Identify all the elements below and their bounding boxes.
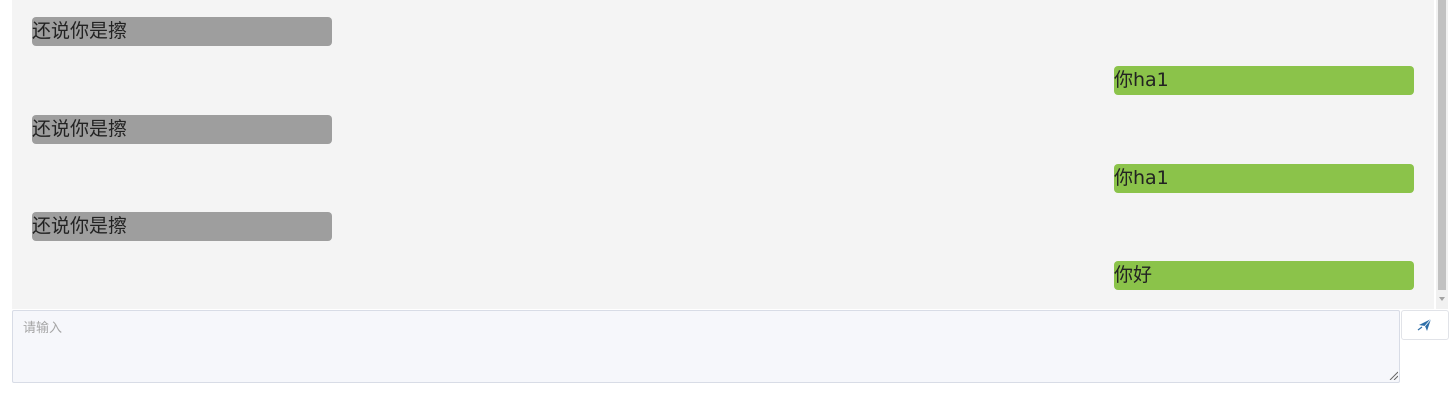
paper-plane-icon [1417, 318, 1432, 331]
chat-message-list[interactable]: 还说你是擦 你ha1 还说你是擦 你ha1 还说你是擦 你好 [12, 0, 1434, 309]
scroll-down-arrow-icon[interactable] [1439, 297, 1445, 301]
message-bubble-sent: 你ha1 [1114, 164, 1414, 193]
chat-scrollbar[interactable] [1436, 0, 1448, 309]
scrollbar-thumb[interactable] [1438, 0, 1446, 290]
message-input[interactable] [12, 310, 1400, 383]
message-bubble-sent: 你好 [1114, 261, 1414, 290]
message-bubble-received: 还说你是擦 [32, 212, 332, 241]
message-row-received: 还说你是擦 [32, 212, 332, 241]
message-row-received: 还说你是擦 [32, 17, 332, 46]
message-row-sent: 你ha1 [1114, 66, 1414, 95]
message-row-sent: 你ha1 [1114, 164, 1414, 193]
message-bubble-received: 还说你是擦 [32, 17, 332, 46]
message-bubble-received: 还说你是擦 [32, 115, 332, 144]
message-bubble-sent: 你ha1 [1114, 66, 1414, 95]
message-row-received: 还说你是擦 [32, 115, 332, 144]
resize-grip-icon[interactable] [1388, 370, 1398, 380]
message-row-sent: 你好 [1114, 261, 1414, 290]
send-button[interactable] [1401, 310, 1449, 340]
